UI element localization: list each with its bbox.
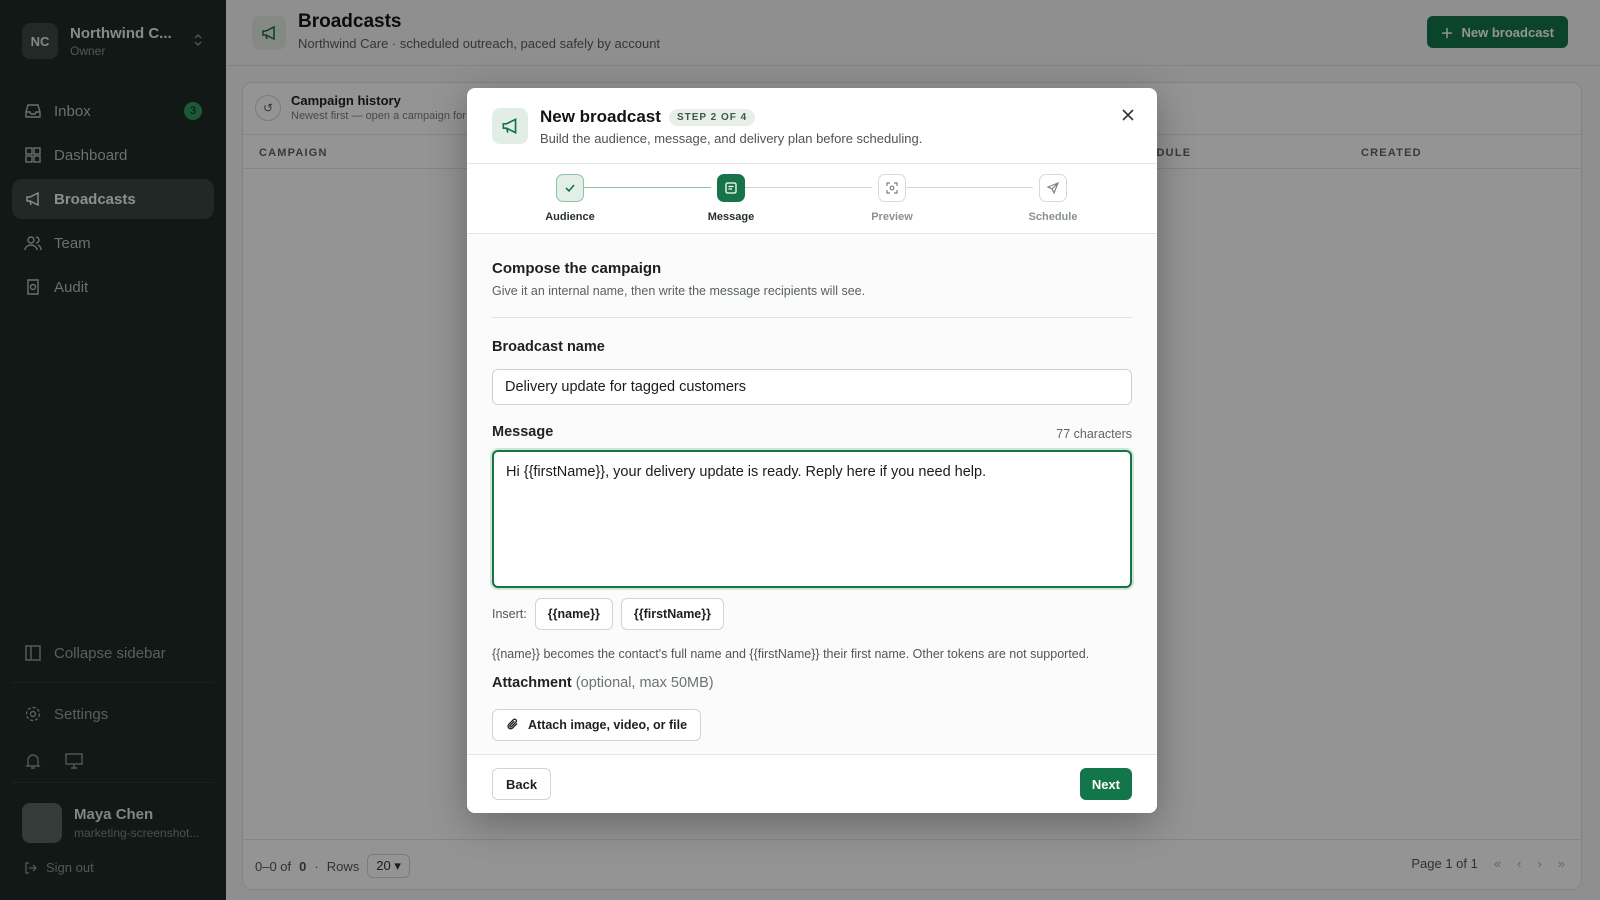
insert-label: Insert:: [492, 607, 527, 621]
attachment-optional-note: (optional, max 50MB): [575, 675, 714, 691]
dialog-header: New broadcast STEP 2 OF 4 Build the audi…: [467, 88, 1157, 164]
step-label: Message: [707, 211, 755, 223]
dialog-footer: Back Next: [467, 754, 1157, 813]
dialog-subtitle: Build the audience, message, and deliver…: [540, 131, 923, 146]
preview-icon: [878, 174, 906, 202]
attach-file-button[interactable]: Attach image, video, or file: [492, 709, 702, 741]
close-icon[interactable]: [1117, 104, 1139, 126]
attach-file-label: Attach image, video, or file: [528, 718, 688, 732]
wizard-stepper: Audience Message Preview Schedule: [467, 164, 1157, 234]
step-preview[interactable]: Preview: [842, 174, 942, 223]
next-button[interactable]: Next: [1079, 768, 1132, 800]
step-message[interactable]: Message: [681, 174, 781, 223]
character-count: 77 characters: [1056, 427, 1132, 441]
send-icon: [1039, 174, 1067, 202]
step-label: Audience: [545, 211, 595, 223]
message-label: Message: [492, 424, 554, 440]
section-divider: [492, 317, 1132, 318]
broadcast-name-input[interactable]: [492, 369, 1132, 405]
step-label: Preview: [871, 211, 913, 223]
token-insert-row: Insert: {{name}} {{firstName}}: [492, 598, 724, 630]
insert-name-token-button[interactable]: {{name}}: [534, 598, 613, 630]
section-title: Compose the campaign: [492, 260, 662, 277]
attachment-label: Attachment (optional, max 50MB): [492, 675, 714, 691]
broadcast-name-label: Broadcast name: [492, 339, 605, 355]
paperclip-icon: [506, 717, 520, 734]
megaphone-icon: [492, 108, 528, 144]
check-icon: [556, 174, 584, 202]
token-hint: {{name}} becomes the contact's full name…: [492, 647, 1090, 661]
section-subtitle: Give it an internal name, then write the…: [492, 284, 866, 298]
step-label: Schedule: [1028, 211, 1078, 223]
message-icon: [717, 174, 745, 202]
step-audience[interactable]: Audience: [520, 174, 620, 223]
message-textarea[interactable]: Hi {{firstName}}, your delivery update i…: [492, 450, 1132, 588]
insert-firstname-token-button[interactable]: {{firstName}}: [620, 598, 724, 630]
step-badge: STEP 2 OF 4: [668, 108, 756, 126]
back-button[interactable]: Back: [492, 768, 552, 800]
dialog-title: New broadcast: [540, 107, 661, 126]
new-broadcast-dialog: New broadcast STEP 2 OF 4 Build the audi…: [467, 88, 1157, 813]
step-schedule[interactable]: Schedule: [1003, 174, 1103, 223]
compose-form: Compose the campaign Give it an internal…: [467, 234, 1157, 754]
